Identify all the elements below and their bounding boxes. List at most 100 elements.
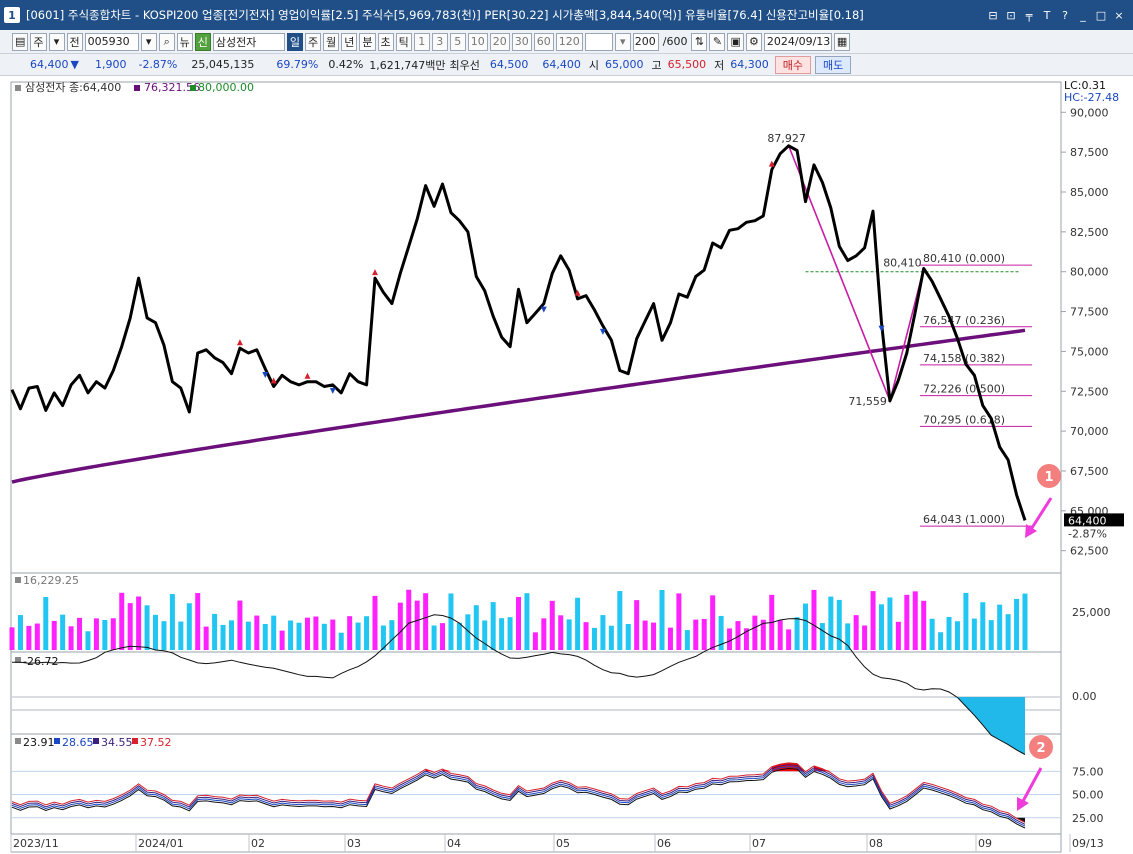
sell-button[interactable]: 매도 [815, 55, 852, 74]
type-select[interactable]: 주 [30, 32, 47, 51]
stoch-legend-marker-1 [15, 738, 21, 744]
period-week[interactable]: 주 [305, 32, 322, 51]
volume-bar [499, 618, 505, 650]
volume-bar [608, 625, 614, 650]
period-day[interactable]: 일 [286, 32, 304, 51]
fib-level-label: 64,043 (1.000) [923, 513, 1005, 526]
volume-bar [448, 593, 454, 650]
volume-bar [794, 617, 800, 650]
interval-120[interactable]: 120 [555, 32, 583, 51]
credit-badge: 신 [194, 32, 211, 51]
draw-icon[interactable]: ✎ [709, 32, 726, 51]
volume-bar [110, 618, 116, 650]
indicator-icon[interactable]: ⇅ [691, 32, 708, 51]
layout-icon[interactable]: ⊟ [985, 7, 1001, 23]
gear-icon[interactable]: ⚙ [745, 32, 762, 51]
x-axis-label: 2023/11 [13, 837, 59, 850]
volume-bar [642, 620, 648, 650]
search-icon[interactable]: ⌕ [158, 32, 175, 51]
custom-interval-input[interactable] [584, 32, 613, 51]
period-month[interactable]: 월 [323, 32, 340, 51]
period-second[interactable]: 초 [377, 32, 394, 51]
volume-bar [169, 594, 175, 650]
oscillator-panel[interactable] [10, 651, 1062, 735]
prev-button[interactable]: 전 [66, 32, 83, 51]
link-icon[interactable]: ⊡ [1003, 7, 1019, 23]
volume-bar [524, 593, 530, 650]
count-max: /600 [662, 35, 688, 48]
price-y-tick-label: 87,500 [1070, 146, 1109, 159]
price-y-tick-label: 67,500 [1070, 465, 1109, 478]
help-icon[interactable]: ? [1057, 7, 1073, 23]
volume-bar [279, 630, 285, 650]
volume-bar [43, 596, 49, 650]
pin-icon[interactable]: ╤ [1021, 7, 1037, 23]
volume-bar [473, 605, 479, 650]
stoch-panel[interactable] [10, 733, 1062, 835]
volume-bar [212, 613, 218, 650]
period-tick[interactable]: 틱 [395, 32, 412, 51]
count-input[interactable]: 200 [632, 32, 659, 51]
volume-bar [490, 602, 496, 650]
volume-bar [423, 593, 429, 650]
price-y-tick-label: 75,000 [1070, 345, 1109, 358]
legend-level: 80,000.00 [198, 81, 254, 94]
legend-level-marker [190, 85, 196, 91]
open-price: 65,000 [605, 58, 644, 71]
interval-10[interactable]: 10 [467, 32, 488, 51]
stoch-legend-marker-2 [54, 738, 60, 744]
volume-bar [338, 632, 344, 650]
date-input[interactable]: 2024/09/13 [763, 32, 832, 51]
x-axis-label: 2024/01 [138, 837, 184, 850]
stock-code-input[interactable]: 005930 [84, 32, 139, 51]
interval-20[interactable]: 20 [489, 32, 510, 51]
volume-bar [364, 616, 370, 650]
stoch-legend-2: 28.65 [62, 736, 94, 749]
interval-5[interactable]: 5 [449, 32, 466, 51]
volume-bar [414, 600, 420, 650]
volume-bar [516, 596, 521, 650]
volume-bar [355, 622, 361, 650]
price-panel[interactable] [10, 81, 1062, 574]
price-y-tick-label: 85,000 [1070, 186, 1109, 199]
period-year[interactable]: 년 [341, 32, 358, 51]
maximize-icon[interactable]: □ [1093, 7, 1109, 23]
buy-button[interactable]: 매수 [774, 55, 812, 74]
fib-level-label: 72,226 (0.500) [923, 383, 1005, 396]
stoch-legend-marker-3 [93, 738, 99, 744]
volume-bar [153, 614, 159, 650]
interval-dropdown-icon[interactable]: ▾ [614, 32, 631, 51]
volume-bar [853, 615, 859, 650]
volume-bar [195, 593, 201, 650]
save-icon[interactable]: ▣ [727, 32, 744, 51]
close-icon[interactable]: × [1111, 7, 1127, 23]
volume-bar [85, 631, 91, 650]
volume-bar [482, 620, 488, 650]
calendar-icon[interactable]: ▦ [833, 32, 851, 51]
font-icon[interactable]: T [1039, 7, 1055, 23]
volume-bar [870, 591, 876, 650]
volume-bar [507, 617, 513, 650]
interval-30[interactable]: 30 [511, 32, 532, 51]
best-bid: 64,400 [542, 58, 581, 71]
volume-bar [828, 596, 834, 650]
type-dropdown-icon[interactable]: ▾ [48, 32, 65, 51]
x-axis-label: 03 [347, 837, 361, 850]
code-dropdown-icon[interactable]: ▾ [140, 32, 157, 51]
volume-bar [60, 614, 66, 650]
annotation-1-number: 1 [1044, 470, 1053, 485]
volume-bar [296, 622, 302, 650]
news-button[interactable]: 뉴 [176, 32, 193, 51]
layout-menu-icon[interactable]: ▤ [12, 32, 29, 51]
volume-bar [929, 618, 935, 650]
period-minute[interactable]: 분 [359, 32, 376, 51]
stoch-y-tick-label: 75.00 [1072, 765, 1104, 778]
volume-bar [954, 621, 960, 650]
stock-chart[interactable]: 삼성전자 종:64,400 76,321.56 80,000.00 LC:0.3… [0, 76, 1133, 854]
x-axis-label: 04 [447, 837, 461, 850]
interval-1[interactable]: 1 [413, 32, 430, 51]
osc-zero-label: 0.00 [1072, 690, 1097, 703]
interval-3[interactable]: 3 [431, 32, 448, 51]
minimize-icon[interactable]: _ [1075, 7, 1091, 23]
interval-60[interactable]: 60 [533, 32, 554, 51]
